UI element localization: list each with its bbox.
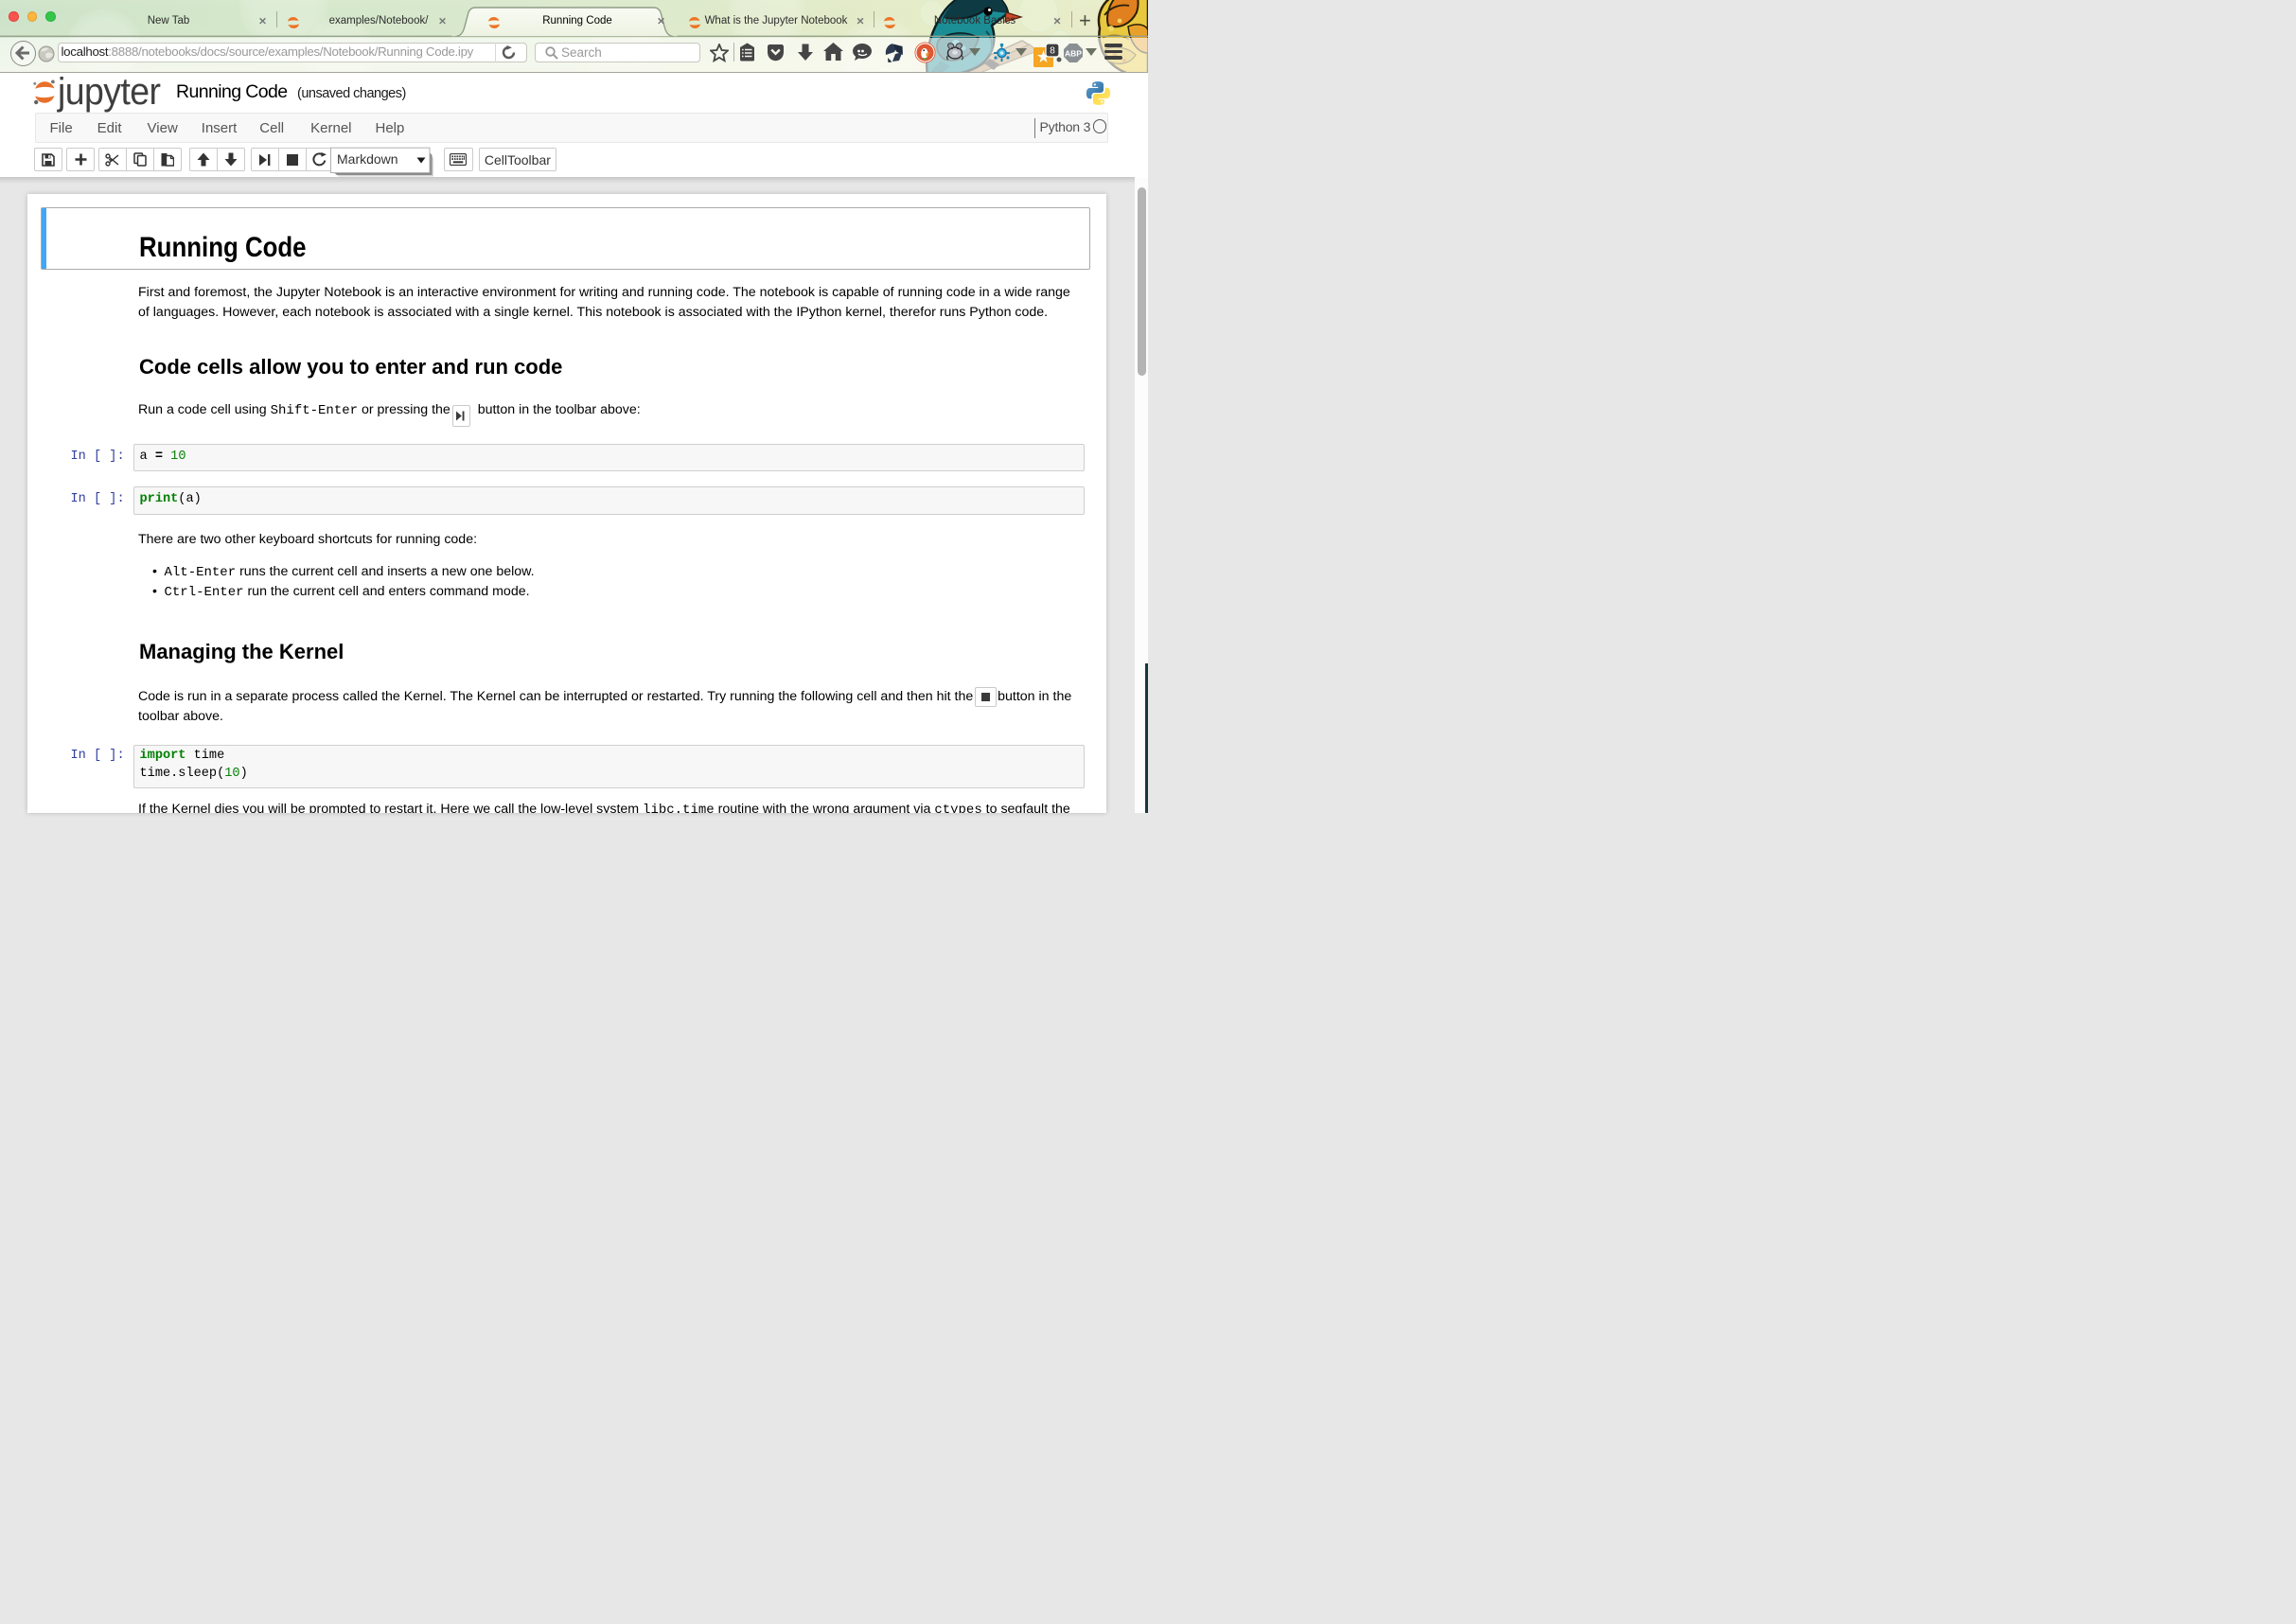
svg-text:8: 8 xyxy=(1050,46,1055,57)
svg-text:ABP: ABP xyxy=(1065,49,1082,59)
